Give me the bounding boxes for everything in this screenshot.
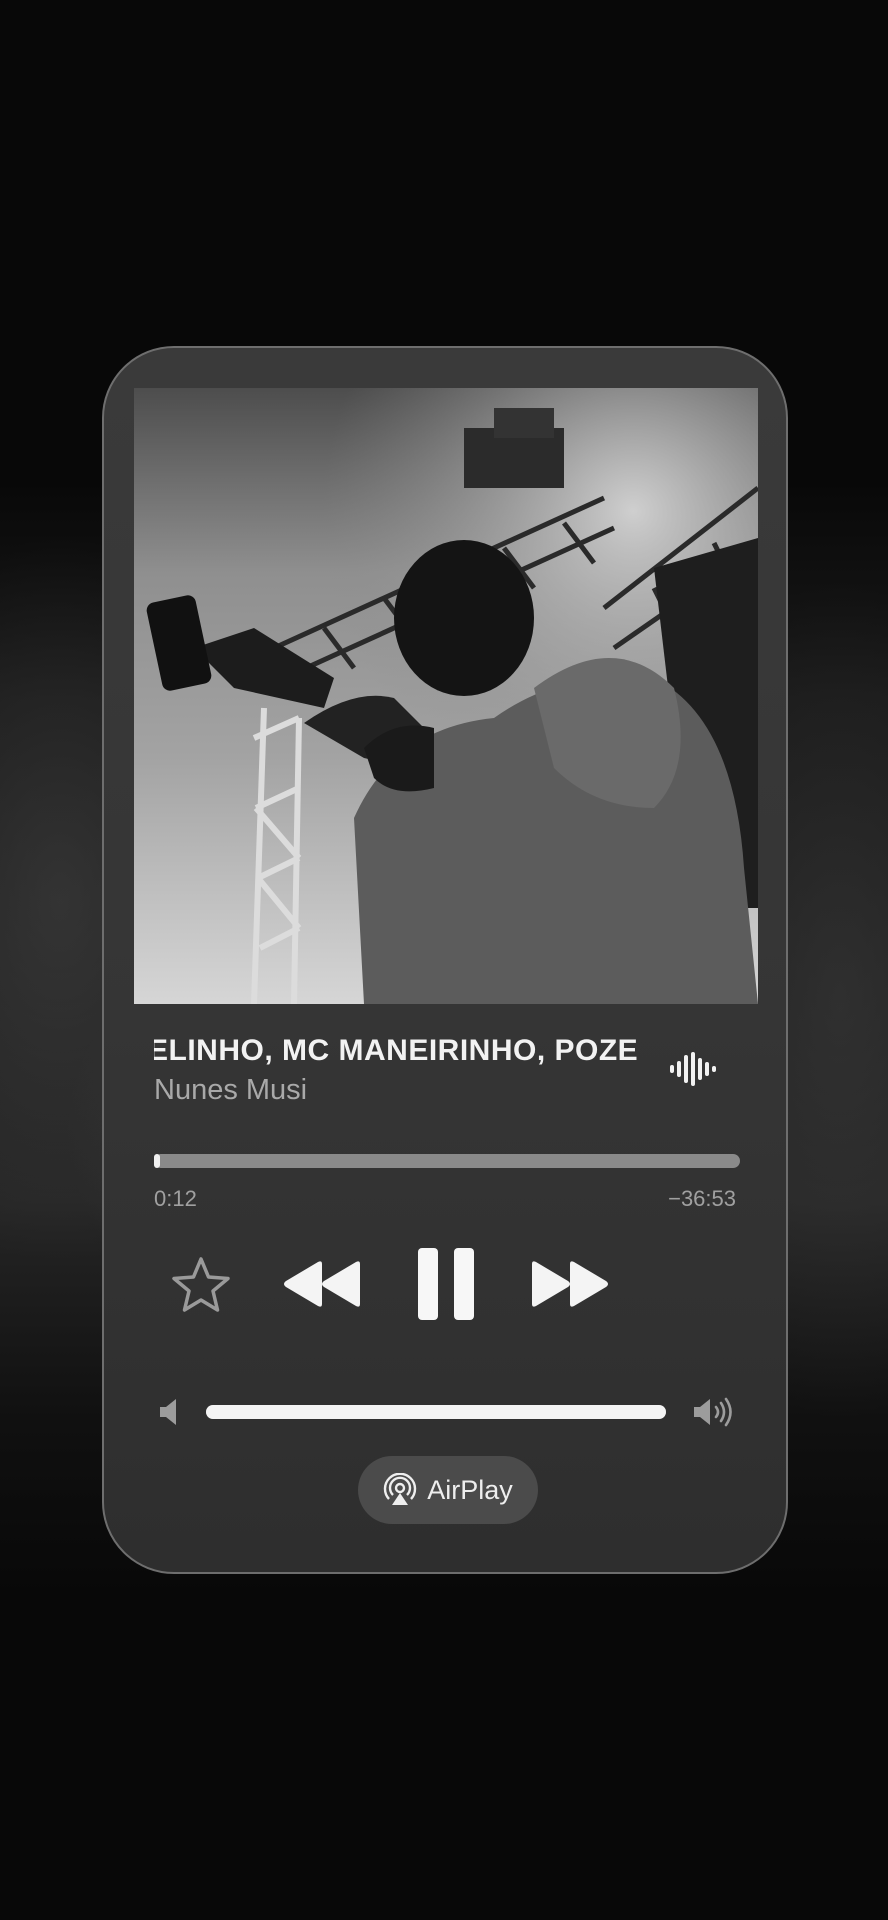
- airplay-icon: [384, 1473, 417, 1505]
- album-artwork: [134, 388, 758, 1004]
- fast-forward-icon[interactable]: [530, 1260, 610, 1308]
- waveform-icon[interactable]: [670, 1052, 716, 1086]
- speaker-wave-icon: [694, 1397, 732, 1427]
- song-title: ELINHO, MC MANEIRINHO, POZE: [154, 1034, 639, 1067]
- playback-progress-fill: [154, 1154, 160, 1168]
- elapsed-time: 0:12: [154, 1186, 197, 1211]
- artist-name-wrap: Nunes Musi: [154, 1074, 650, 1114]
- song-title-marquee: ELINHO, MC MANEIRINHO, POZE: [154, 1034, 650, 1078]
- volume-level-fill: [206, 1405, 666, 1419]
- airplay-button[interactable]: AirPlay: [358, 1456, 538, 1524]
- now-playing-card: ELINHO, MC MANEIRINHO, POZE Nunes Musi 0…: [102, 346, 788, 1574]
- speaker-icon: [160, 1399, 176, 1425]
- artist-name[interactable]: Nunes Musi: [154, 1074, 650, 1107]
- pause-icon[interactable]: [416, 1246, 476, 1322]
- remaining-time: −36:53: [668, 1186, 736, 1211]
- rewind-icon[interactable]: [282, 1260, 362, 1308]
- airplay-label: AirPlay: [427, 1474, 513, 1505]
- star-outline-icon[interactable]: [170, 1256, 232, 1314]
- volume-slider[interactable]: [206, 1405, 666, 1419]
- playback-scrubber[interactable]: [154, 1154, 740, 1168]
